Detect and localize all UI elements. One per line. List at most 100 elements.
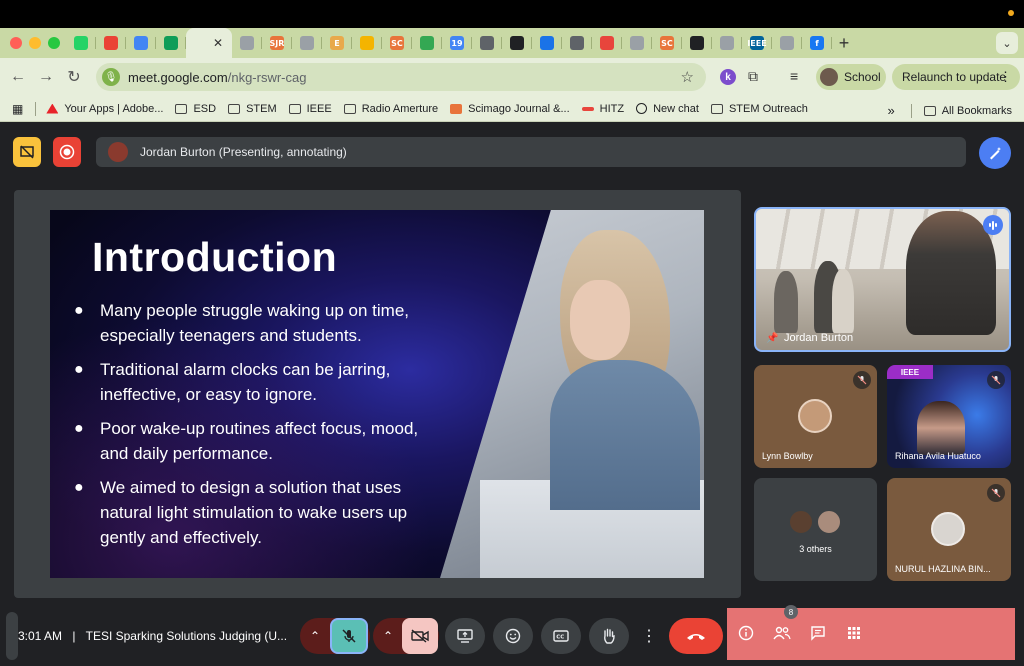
- bookmark-item[interactable]: ESD: [175, 103, 216, 115]
- browser-tab[interactable]: [532, 28, 562, 58]
- browser-tab[interactable]: [712, 28, 742, 58]
- bullet-text: We aimed to design a solution that uses …: [100, 478, 408, 547]
- tab-search-chevron-icon[interactable]: ⌄: [996, 32, 1018, 54]
- annotate-button[interactable]: [979, 137, 1011, 169]
- presenting-banner: Jordan Burton (Presenting, annotating): [96, 137, 966, 167]
- sc-icon: SC: [390, 36, 404, 50]
- pin-icon[interactable]: 📌: [766, 333, 778, 344]
- bookmark-item[interactable]: New chat: [636, 103, 699, 115]
- browser-tab[interactable]: [472, 28, 502, 58]
- mic-options-chevron-icon[interactable]: ⌃: [303, 618, 327, 654]
- activities-grid-icon[interactable]: [843, 622, 865, 644]
- participant-tile-nurul[interactable]: NURUL HAZLINA BIN...: [887, 478, 1011, 581]
- participant-tile-lynn-bowlby[interactable]: Lynn Bowlby: [754, 365, 877, 468]
- browser-tab[interactable]: ✕: [186, 28, 232, 58]
- chat-icon[interactable]: [807, 622, 829, 644]
- present-off-icon: [20, 145, 34, 159]
- photo-person-face: [570, 280, 630, 360]
- bookmark-star-icon[interactable]: ☆: [681, 68, 694, 86]
- browser-tab[interactable]: [412, 28, 442, 58]
- url-text[interactable]: meet.google.com/nkg-rswr-cag: [128, 70, 306, 85]
- bookmark-item[interactable]: STEM: [228, 103, 277, 115]
- bookmark-label: STEM Outreach: [728, 102, 808, 115]
- side-handle[interactable]: [6, 612, 18, 660]
- bookmark-label: Scimago Journal &...: [468, 102, 570, 115]
- bookmark-item[interactable]: IEEE: [288, 103, 332, 115]
- folder-icon: [923, 105, 936, 116]
- zoom-window-button[interactable]: [48, 37, 60, 49]
- back-arrow-icon[interactable]: ←: [4, 68, 32, 86]
- meeting-details-info-icon[interactable]: [735, 622, 757, 644]
- more-bookmarks-chevron-icon[interactable]: »: [887, 103, 894, 118]
- chatgpt-icon: [636, 103, 648, 114]
- extensions-puzzle-icon[interactable]: ⧉: [748, 68, 758, 85]
- camera-options-chevron-icon[interactable]: ⌃: [376, 618, 400, 654]
- folder-icon: [710, 103, 723, 114]
- more-options-vert-icon[interactable]: ⋮: [637, 618, 661, 654]
- mic-in-use-icon[interactable]: 🎙: [102, 68, 120, 86]
- hand-icon: [604, 628, 615, 644]
- all-bookmarks-link[interactable]: All Bookmarks: [942, 105, 1012, 117]
- browser-tab[interactable]: [352, 28, 382, 58]
- browser-tab[interactable]: [232, 28, 262, 58]
- gear-icon: [540, 36, 554, 50]
- browser-tab[interactable]: 19: [442, 28, 472, 58]
- bookmark-item[interactable]: Radio Amerture: [343, 103, 438, 115]
- browser-tab[interactable]: SC: [382, 28, 412, 58]
- address-bar[interactable]: 🎙 meet.google.com/nkg-rswr-cag ☆: [96, 63, 706, 91]
- leave-call-button[interactable]: [669, 618, 723, 654]
- bookmark-item[interactable]: Scimago Journal &...: [450, 103, 570, 115]
- browser-tab[interactable]: SJR: [262, 28, 292, 58]
- bookmark-item[interactable]: Your Apps | Adobe...: [46, 103, 163, 115]
- close-window-button[interactable]: [10, 37, 22, 49]
- browser-tab[interactable]: [96, 28, 126, 58]
- stop-presenting-button[interactable]: [13, 137, 41, 167]
- apps-grid-icon[interactable]: ▦: [12, 102, 23, 116]
- browser-tab[interactable]: [126, 28, 156, 58]
- window-controls: [0, 37, 66, 49]
- meet-tab-icon: [194, 36, 209, 50]
- more-vert-icon[interactable]: ⋮: [999, 69, 1012, 85]
- recording-button[interactable]: [53, 137, 81, 167]
- browser-tab[interactable]: [292, 28, 322, 58]
- camera-button[interactable]: [402, 618, 438, 654]
- people-icon[interactable]: [771, 622, 793, 644]
- browser-tab[interactable]: [156, 28, 186, 58]
- present-screen-button[interactable]: [445, 618, 485, 654]
- forward-arrow-icon[interactable]: →: [32, 68, 60, 86]
- microphone-button[interactable]: [330, 618, 368, 654]
- reload-icon[interactable]: ↻: [60, 67, 88, 87]
- close-tab-icon[interactable]: ✕: [213, 36, 223, 50]
- new-tab-button[interactable]: +: [832, 33, 856, 54]
- tab-divider: [831, 37, 832, 49]
- captions-button[interactable]: CC: [541, 618, 581, 654]
- browser-tab[interactable]: SC: [652, 28, 682, 58]
- minimize-window-button[interactable]: [29, 37, 41, 49]
- browser-toolbar: ← → ↻ 🎙 meet.google.com/nkg-rswr-cag ☆ k…: [0, 58, 1024, 96]
- browser-tab[interactable]: [502, 28, 532, 58]
- browser-tab[interactable]: [592, 28, 622, 58]
- slide-bullets: ● Many people struggle waking up on time,…: [72, 298, 442, 559]
- browser-tab[interactable]: [66, 28, 96, 58]
- participant-tile-others[interactable]: 3 others: [754, 478, 877, 581]
- k-extension-icon[interactable]: k: [720, 69, 736, 85]
- slide-bullet: ● Traditional alarm clocks can be jarring…: [74, 360, 391, 404]
- relaunch-button[interactable]: Relaunch to update ⋮: [892, 64, 1020, 90]
- browser-tab[interactable]: f: [802, 28, 832, 58]
- profile-button[interactable]: School: [816, 64, 886, 90]
- browser-tab[interactable]: [682, 28, 712, 58]
- reactions-button[interactable]: [493, 618, 533, 654]
- participant-tile-rihana[interactable]: IEEE Rihana Avila Huatuco: [887, 365, 1011, 468]
- bookmark-item[interactable]: STEM Outreach: [710, 102, 808, 115]
- slide-title: Introduction: [92, 234, 338, 280]
- raise-hand-button[interactable]: [589, 618, 629, 654]
- browser-tab[interactable]: IEEE: [742, 28, 772, 58]
- media-controls-icon[interactable]: ≡: [790, 68, 798, 84]
- participant-tile-jordan-burton[interactable]: 📌 Jordan Burton: [754, 207, 1011, 352]
- bookmark-item[interactable]: HITZ: [581, 103, 624, 115]
- browser-tab[interactable]: E: [322, 28, 352, 58]
- browser-tab[interactable]: [772, 28, 802, 58]
- globe-icon: [240, 36, 254, 50]
- browser-tab[interactable]: [622, 28, 652, 58]
- browser-tab[interactable]: [562, 28, 592, 58]
